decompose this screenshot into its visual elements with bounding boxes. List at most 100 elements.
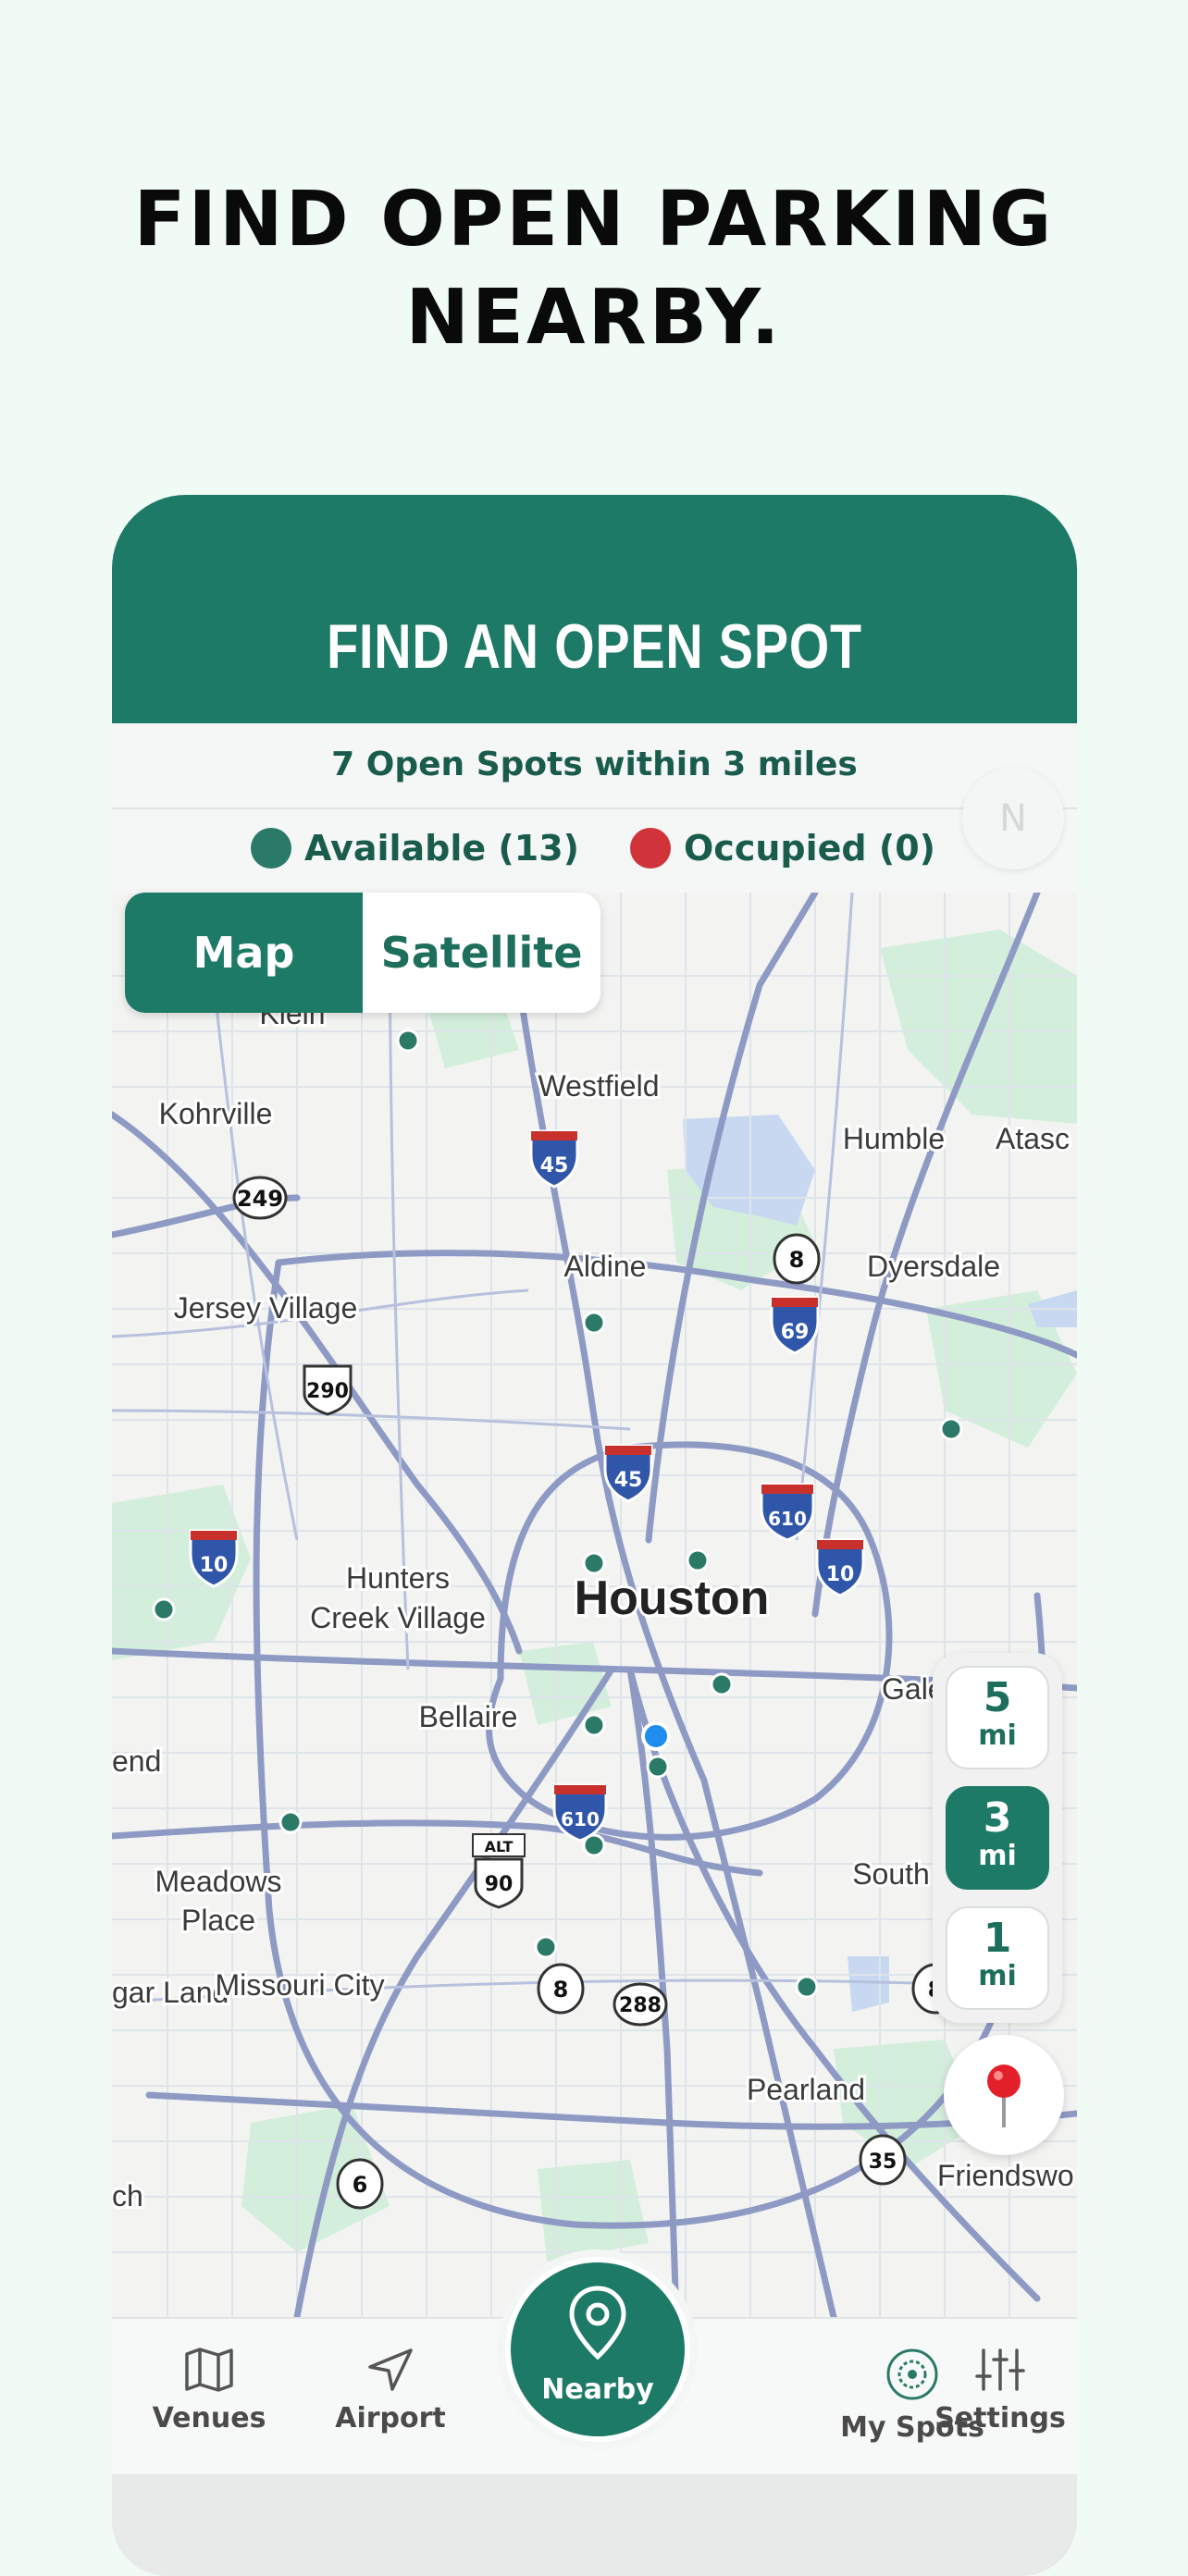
place-label: Westfield	[538, 1069, 659, 1103]
map-type-toggle[interactable]: Map Satellite	[125, 893, 600, 1013]
shield-label: 45	[540, 1154, 569, 1177]
nav-nearby[interactable]: Nearby	[505, 2257, 690, 2442]
page-title: FIND AN OPEN SPOT	[327, 611, 862, 682]
headline-line-1: FIND OPEN PARKING	[133, 176, 1055, 264]
place-label: Friendswo	[937, 2159, 1074, 2192]
parking-spot-marker	[582, 1713, 606, 1737]
open-spots-summary: 7 Open Spots within 3 miles	[112, 723, 1077, 807]
legend-occupied: Occupied (0)	[630, 828, 935, 869]
parking-spot-marker	[939, 1417, 963, 1441]
shield-label: 249	[237, 1186, 283, 1212]
map-canvas: 45 249 8 69 290 45 610 10 10 610 ALT 90 …	[112, 893, 1077, 2317]
place-label: Missouri City	[215, 1968, 384, 2002]
place-label: Humble	[843, 1122, 945, 1155]
shield-label: 35	[869, 2151, 897, 2174]
place-label: Hunters	[346, 1561, 450, 1595]
legend-occupied-label: Occupied (0)	[684, 828, 936, 869]
map-pin-icon	[987, 2064, 1021, 2127]
user-location-dot	[641, 1721, 671, 1751]
shield-label: 610	[561, 1808, 600, 1830]
nav-label: Settings	[934, 2402, 1066, 2434]
parking-spot-marker	[795, 1975, 819, 1999]
app-header: FIND AN OPEN SPOT	[112, 495, 1077, 723]
place-label: Kohrville	[159, 1097, 273, 1130]
parking-spot-marker	[710, 1672, 734, 1696]
parking-spot-marker	[582, 1311, 606, 1335]
headline-line-2: NEARBY.	[405, 274, 783, 362]
shield-249: 249	[232, 1176, 288, 1220]
marketing-headline: FIND OPEN PARKING NEARBY.	[0, 171, 1188, 367]
place-label: Meadows	[155, 1865, 282, 1898]
parking-spot-marker	[646, 1755, 670, 1779]
place-label: South	[852, 1857, 930, 1891]
parking-spot-marker	[582, 1551, 606, 1575]
place-label: Dyersdale	[867, 1250, 1000, 1283]
shield-label: 610	[768, 1508, 807, 1530]
parking-spot-marker	[686, 1548, 710, 1572]
shield-label: 290	[306, 1380, 349, 1403]
shield-8-southwest: 8	[537, 1963, 585, 2015]
radius-unit: mi	[978, 1719, 1017, 1752]
place-label: gar Land	[112, 1976, 229, 2009]
legend-available-label: Available (13)	[304, 828, 580, 869]
shield-label: 6	[353, 2172, 368, 2198]
shield-label: 8	[553, 1977, 569, 2003]
nav-airport[interactable]: Airport	[307, 2347, 474, 2434]
shield-label: 288	[619, 1994, 662, 2017]
shield-45-north: 45	[529, 1129, 579, 1189]
place-label: Aldine	[564, 1250, 647, 1283]
nav-label: Nearby	[541, 2373, 654, 2406]
nav-label: Venues	[152, 2402, 266, 2434]
place-label: Jersey Village	[174, 1291, 358, 1325]
radius-selector: 5 mi 3 mi 1 mi	[933, 1653, 1062, 2023]
map-icon	[185, 2348, 233, 2392]
available-dot	[251, 828, 291, 869]
place-label: ch	[112, 2179, 143, 2212]
shield-290: 290	[303, 1364, 353, 1416]
location-pin-icon	[569, 2286, 626, 2360]
radius-3mi-button[interactable]: 3 mi	[946, 1786, 1049, 1890]
radius-5mi-button[interactable]: 5 mi	[946, 1666, 1049, 1769]
parking-spot-marker	[278, 1810, 303, 1834]
parking-spot-marker	[396, 1029, 420, 1053]
parking-spot-marker	[534, 1935, 558, 1959]
nav-settings[interactable]: Settings	[917, 2347, 1077, 2434]
place-label: Place	[181, 1904, 255, 1937]
shield-8-north: 8	[773, 1233, 821, 1285]
shield-label: 10	[826, 1563, 855, 1586]
navigation-arrow-icon	[368, 2348, 413, 2391]
shield-45-south: 45	[603, 1444, 653, 1503]
radius-value: 3	[983, 1794, 1012, 1842]
place-label: Bellaire	[419, 1700, 518, 1733]
radius-1mi-button[interactable]: 1 mi	[946, 1906, 1049, 2010]
occupied-dot	[630, 828, 671, 869]
shield-label: 45	[614, 1469, 643, 1492]
shield-288: 288	[613, 1982, 668, 2027]
locate-me-button[interactable]	[944, 2035, 1064, 2155]
map-mode-button[interactable]: Map	[125, 893, 363, 1013]
parking-spot-marker	[152, 1597, 176, 1621]
radius-unit: mi	[978, 1840, 1017, 1872]
shield-35: 35	[859, 2134, 907, 2186]
place-label: Atasc	[996, 1122, 1070, 1155]
home-indicator-area	[112, 2474, 1077, 2576]
radius-value: 1	[983, 1915, 1012, 1962]
nearby-button[interactable]: Nearby	[511, 2262, 685, 2436]
place-label: Creek Village	[310, 1601, 486, 1634]
phone-screen: FIND AN OPEN SPOT 7 Open Spots within 3 …	[112, 495, 1077, 2576]
shield-label: 10	[200, 1554, 229, 1577]
map-view[interactable]: 45 249 8 69 290 45 610 10 10 610 ALT 90 …	[112, 893, 1077, 2317]
place-label: Pearland	[747, 2073, 865, 2106]
shield-69: 69	[770, 1296, 820, 1355]
availability-legend: Available (13) Occupied (0)	[112, 807, 1077, 897]
shield-alt-90: ALT 90	[472, 1833, 526, 1909]
shield-label: 90	[485, 1873, 514, 1896]
place-label: Houston	[575, 1571, 770, 1625]
nav-venues[interactable]: Venues	[126, 2347, 292, 2434]
satellite-mode-button[interactable]: Satellite	[363, 893, 600, 1013]
shield-label: 8	[789, 1247, 805, 1273]
shield-6: 6	[336, 2158, 384, 2210]
nav-label: Airport	[335, 2402, 446, 2434]
legend-available: Available (13)	[251, 828, 579, 869]
compass-button[interactable]: N	[962, 768, 1064, 869]
